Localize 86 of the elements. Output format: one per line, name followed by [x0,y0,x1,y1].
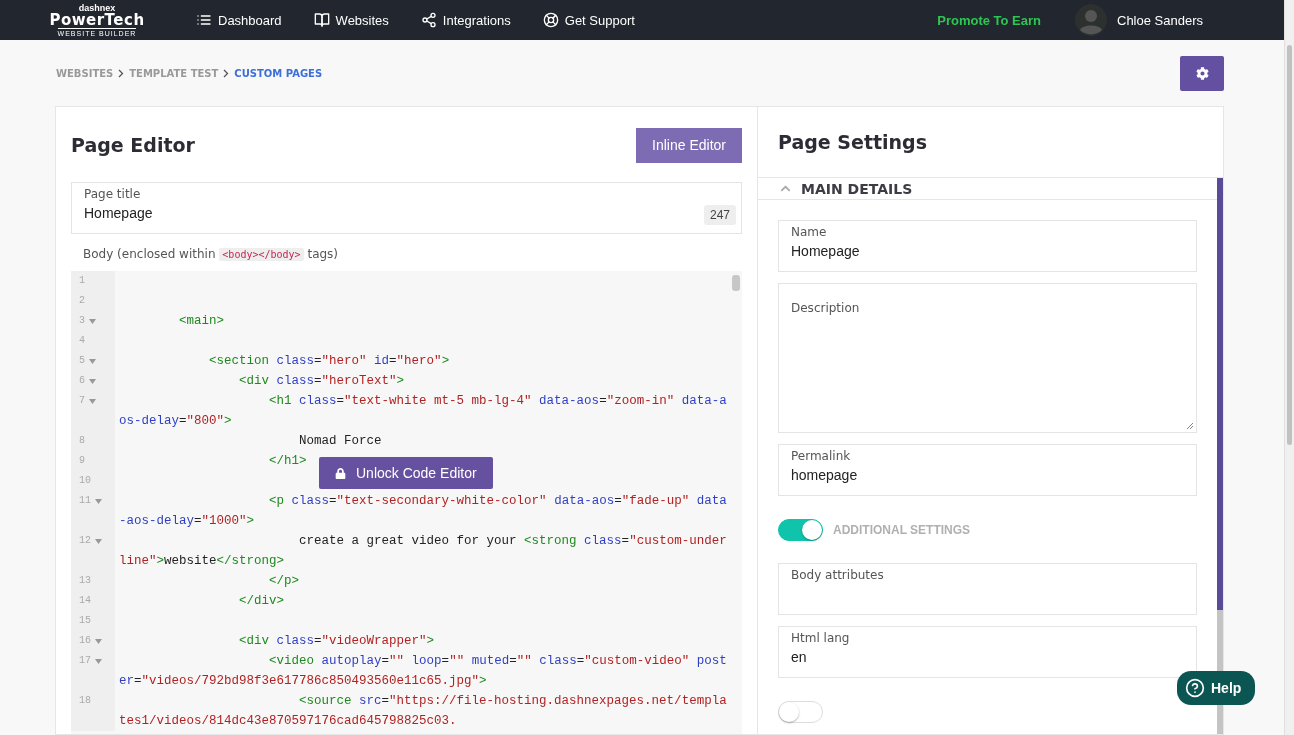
toggle-switch[interactable] [778,518,823,541]
code-line: <main> [178,313,226,330]
code-line: <p class="text-secondary-white-color" data-aos="fade-up" data-aos-delay="1000"> [119,493,728,530]
code-line: <h1 class="text-white mt-5 mb-lg-4" data-aos="zoom-in" data-aos-delay="800"> [119,393,728,430]
line-number: 18 [79,694,91,708]
fold-caret-icon[interactable] [89,359,96,364]
field-label: Html lang [791,631,851,645]
settings-button[interactable] [1180,55,1224,91]
book-icon [313,12,330,28]
code-line: <div class="heroText"> [238,373,406,390]
line-number: 4 [79,334,85,348]
fold-caret-icon[interactable] [95,659,102,664]
field-label: Permalink [791,449,852,463]
text-field[interactable]: Name Homepage [778,220,1197,272]
user-name[interactable]: Chloe Sanders [1117,12,1203,28]
lock-icon [335,467,346,479]
line-number: 15 [79,614,91,628]
code-line: </p> [268,573,301,590]
field-label: Page title [84,187,142,201]
chevron-icon [780,183,791,194]
code-line: <video autoplay="" loop="" muted="" class="custom-video" poster="videos/792bd98f3e617786c850493560e11c65.jpg"> [119,653,728,690]
lifebuoy-icon [542,12,559,28]
text-field[interactable]: Body attributes [778,563,1197,615]
text-field[interactable]: Html lang en [778,626,1197,678]
line-number: 8 [79,434,85,448]
line-number: 3 [79,314,85,328]
gear-icon [1195,66,1209,80]
nav-link[interactable]: Integrations [420,12,511,28]
help-button[interactable]: Help [1177,671,1256,705]
line-number: 12 [79,534,91,548]
character-count: 247 [703,205,736,225]
code-line: </h1> [268,453,308,470]
resize-handle-icon[interactable] [1186,422,1194,430]
inline-editor-button[interactable]: Inline Editor [636,127,742,163]
fold-caret-icon[interactable] [89,319,96,324]
line-number: 6 [79,374,85,388]
toggle-switch[interactable] [778,700,823,723]
scrollbar-thumb[interactable] [732,275,740,291]
line-number: 7 [79,394,85,408]
panel-title: Page Editor [71,134,195,156]
nav-link[interactable]: Websites [313,12,389,28]
code-line: <source src="https://file-hosting.dashnexpages.net/templates1/videos/814dc43e870597176cad645798825c03. [119,693,728,730]
field-label: Description [791,301,860,315]
fold-caret-icon[interactable] [89,399,96,404]
line-number: 13 [79,574,91,588]
panel-title: Page Settings [778,131,928,153]
line-number: 10 [79,474,91,488]
field-label: Body attributes [791,568,885,582]
fold-caret-icon[interactable] [95,539,102,544]
nav-link[interactable]: Dashboard [196,12,282,28]
field-label: Name [791,225,828,239]
line-number: 14 [79,594,91,608]
toggle-label: ADDITIONAL SETTINGS [833,522,971,537]
promote-link[interactable]: Promote To Earn [937,12,1041,28]
body-label: Body (enclosed within <body></body> tags) [82,246,340,263]
share-icon [420,12,437,28]
fold-caret-icon[interactable] [95,499,102,504]
line-number: 16 [79,634,91,648]
code-line: <section class="hero" id="hero"> [208,353,451,370]
breadcrumb-link[interactable]: CUSTOM PAGES [234,67,323,79]
code-line: Nomad Force [298,433,383,450]
line-number: 1 [79,274,85,288]
code-line: create a great video for your <strong class="custom-underline">website</strong> [119,533,728,570]
line-number: 9 [79,454,85,468]
nav-link[interactable]: Get Support [542,12,635,28]
text-field[interactable]: Permalink homepage [778,444,1197,496]
line-number: 5 [79,354,85,368]
line-number: 2 [79,294,85,308]
code-line: <div class="videoWrapper"> [238,633,436,650]
description-field[interactable]: Description [778,283,1197,433]
code-line: </div> [238,593,286,610]
fold-caret-icon[interactable] [95,639,102,644]
chevron-right-icon [118,68,125,78]
field-value: homepage [791,467,858,483]
field-value: en [791,649,807,665]
line-number: 11 [79,494,91,508]
line-number: 17 [79,654,91,668]
field-value: Homepage [791,243,860,259]
avatar-icon[interactable] [1075,4,1107,36]
help-icon [1185,678,1205,698]
chevron-right-icon [223,68,230,78]
list-icon [196,12,212,28]
page-title-field[interactable]: Page title Homepage 247 [71,182,742,234]
field-value: Homepage [84,205,153,221]
unlock-button[interactable]: Unlock Code Editor [319,457,493,489]
fold-caret-icon[interactable] [89,379,96,384]
